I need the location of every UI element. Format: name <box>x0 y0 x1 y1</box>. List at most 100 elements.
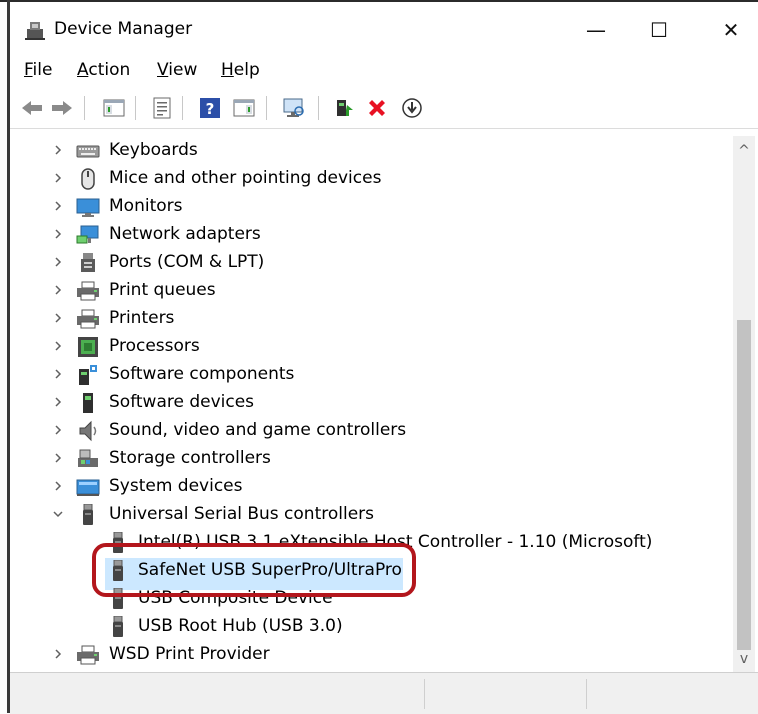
keyboard-icon <box>76 140 100 162</box>
node-label: Network adapters <box>109 224 261 244</box>
chevron-right-icon[interactable] <box>51 423 65 437</box>
update-driver-icon[interactable] <box>332 96 356 120</box>
category-node[interactable]: Keyboards <box>10 137 733 165</box>
processor-icon <box>76 336 100 358</box>
scroll-up-arrow[interactable]: ^ <box>733 142 755 160</box>
software-component-icon <box>76 364 100 386</box>
svg-text:?: ? <box>206 100 215 118</box>
chevron-down-icon[interactable] <box>51 507 65 521</box>
printer-icon <box>76 644 100 666</box>
menu-view-accel: V <box>157 60 169 80</box>
node-label: Mice and other pointing devices <box>109 168 382 188</box>
category-node[interactable]: Storage controllers <box>10 445 733 473</box>
node-label: System devices <box>109 476 243 496</box>
chevron-right-icon[interactable] <box>51 255 65 269</box>
usb-icon <box>76 503 100 526</box>
menu-file[interactable]: File <box>24 60 52 80</box>
category-node[interactable]: Network adapters <box>10 221 733 249</box>
menu-view[interactable]: View <box>157 60 197 80</box>
node-label: Software devices <box>109 392 255 412</box>
menu-action[interactable]: Action <box>77 60 130 80</box>
chevron-right-icon[interactable] <box>51 395 65 409</box>
toolbar-separator <box>135 96 136 120</box>
show-hide-console-tree-icon[interactable] <box>102 96 126 120</box>
chevron-right-icon[interactable] <box>51 647 65 661</box>
rollback-driver-icon[interactable] <box>400 96 424 120</box>
chevron-right-icon[interactable] <box>51 367 65 381</box>
back-arrow-icon[interactable] <box>20 96 44 120</box>
chevron-right-icon[interactable] <box>51 171 65 185</box>
device-manager-icon <box>24 19 46 41</box>
toolbar-separator <box>182 96 183 120</box>
status-divider <box>586 679 587 709</box>
category-node[interactable]: Printers <box>10 305 733 333</box>
menu-bar: File Action View Help <box>10 56 758 86</box>
category-node[interactable]: Universal Serial Bus controllers <box>10 501 733 529</box>
chevron-right-icon[interactable] <box>51 339 65 353</box>
toolbar: ? <box>10 88 758 129</box>
node-label: Processors <box>109 336 200 356</box>
category-node[interactable]: System devices <box>10 473 733 501</box>
chevron-right-icon[interactable] <box>51 283 65 297</box>
system-devices-icon <box>76 476 100 498</box>
toolbar-separator <box>84 96 85 120</box>
node-label: Sound, video and game controllers <box>109 420 407 440</box>
node-label: USB Root Hub (USB 3.0) <box>138 616 343 636</box>
maximize-button[interactable]: ☐ <box>636 11 682 49</box>
category-node[interactable]: Sound, video and game controllers <box>10 417 733 445</box>
port-icon <box>76 252 100 274</box>
node-label: WSD Print Provider <box>109 644 270 664</box>
device-node[interactable]: USB Root Hub (USB 3.0) <box>10 613 733 641</box>
show-hide-action-pane-icon[interactable] <box>232 96 256 120</box>
chevron-right-icon[interactable] <box>51 227 65 241</box>
help-icon[interactable]: ? <box>198 96 222 120</box>
printer-icon <box>76 280 100 302</box>
chevron-right-icon[interactable] <box>51 311 65 325</box>
category-node[interactable]: Software components <box>10 361 733 389</box>
node-label: Storage controllers <box>109 448 271 468</box>
storage-controller-icon <box>76 448 100 470</box>
menu-action-label: ction <box>88 60 131 80</box>
menu-help-label: elp <box>233 60 260 80</box>
printer-icon <box>76 308 100 330</box>
category-node[interactable]: Processors <box>10 333 733 361</box>
minimize-button[interactable]: — <box>573 11 619 49</box>
node-label: Software components <box>109 364 295 384</box>
forward-arrow-icon[interactable] <box>50 96 74 120</box>
category-node[interactable]: Mice and other pointing devices <box>10 165 733 193</box>
scroll-down-arrow[interactable]: v <box>733 650 755 668</box>
category-node[interactable]: WSD Print Provider <box>10 641 733 669</box>
toolbar-separator <box>318 96 319 120</box>
scrollbar-thumb[interactable] <box>737 320 751 650</box>
status-bar <box>10 672 758 714</box>
usb-icon <box>106 615 130 638</box>
title-bar[interactable]: Device Manager — ☐ ✕ <box>10 5 758 53</box>
chevron-right-icon[interactable] <box>51 451 65 465</box>
properties-icon[interactable] <box>150 96 174 120</box>
software-device-icon <box>76 392 100 414</box>
network-adapter-icon <box>76 224 100 246</box>
node-label: Monitors <box>109 196 183 216</box>
category-node[interactable]: Ports (COM & LPT) <box>10 249 733 277</box>
category-node[interactable]: Software devices <box>10 389 733 417</box>
device-tree[interactable]: Keyboards Mice and other pointing devices… <box>10 136 733 672</box>
status-divider <box>424 679 425 709</box>
category-node[interactable]: Print queues <box>10 277 733 305</box>
chevron-right-icon[interactable] <box>51 199 65 213</box>
monitor-scan-icon[interactable] <box>282 96 306 120</box>
node-label: Keyboards <box>109 140 198 160</box>
category-node[interactable]: Monitors <box>10 193 733 221</box>
chevron-right-icon[interactable] <box>51 479 65 493</box>
close-button[interactable]: ✕ <box>708 11 754 49</box>
vertical-scrollbar[interactable]: ^ v <box>733 136 755 672</box>
menu-file-accel: F <box>24 60 33 80</box>
annotation-highlight-box <box>92 543 416 597</box>
uninstall-device-icon[interactable] <box>365 96 389 120</box>
monitor-icon <box>76 196 100 218</box>
menu-help[interactable]: Help <box>221 60 260 80</box>
menu-view-label: iew <box>168 60 198 80</box>
window-title: Device Manager <box>54 19 193 39</box>
node-label: Printers <box>109 308 175 328</box>
node-label: Ports (COM & LPT) <box>109 252 265 272</box>
chevron-right-icon[interactable] <box>51 143 65 157</box>
